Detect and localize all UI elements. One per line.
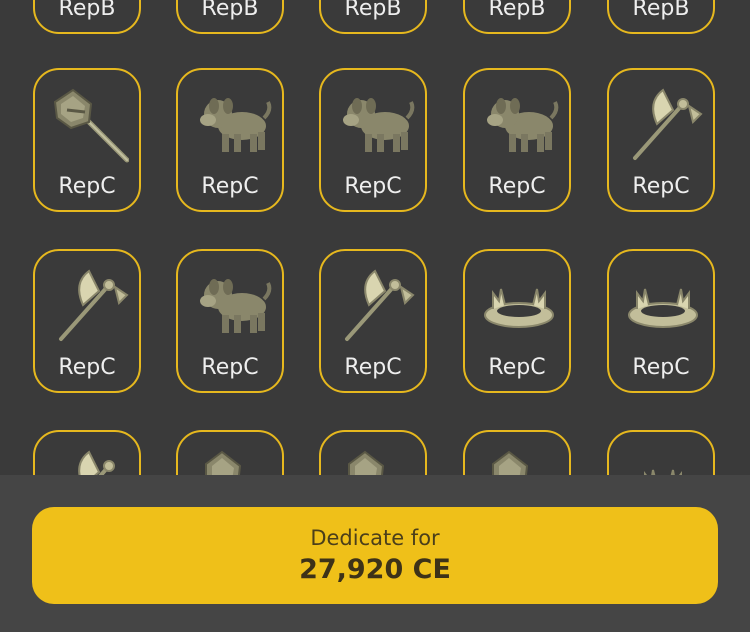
item-card[interactable]: RepC [33, 68, 141, 212]
dedicate-label: Dedicate for [310, 525, 440, 550]
axe-icon [345, 269, 415, 341]
item-card[interactable]: RepB [463, 0, 571, 34]
item-card[interactable]: RepB [319, 0, 427, 34]
dog-icon [343, 98, 415, 152]
crown-icon [628, 288, 698, 328]
item-label: RepB [632, 0, 690, 21]
dog-icon [200, 279, 272, 333]
dog-icon [487, 98, 559, 152]
dedicate-button[interactable]: Dedicate for 27,920 CE [32, 507, 718, 604]
hammer-icon [53, 88, 129, 163]
item-label: RepC [201, 355, 259, 380]
item-card[interactable]: RepB [607, 0, 715, 34]
item-card[interactable]: RepB [176, 0, 284, 34]
item-label: RepC [488, 355, 546, 380]
item-label: RepC [344, 174, 402, 199]
item-label: RepC [58, 355, 116, 380]
item-label: RepC [488, 174, 546, 199]
item-card[interactable]: RepC [176, 68, 284, 212]
item-card[interactable]: RepC [176, 249, 284, 393]
item-card[interactable]: RepB [33, 0, 141, 34]
item-card[interactable]: RepC [463, 68, 571, 212]
dog-icon [200, 98, 272, 152]
axe-icon [59, 269, 129, 341]
item-label: RepC [632, 174, 690, 199]
item-label: RepC [201, 174, 259, 199]
item-card[interactable]: RepC [319, 68, 427, 212]
item-label: RepB [58, 0, 116, 21]
bottom-panel: Dedicate for 27,920 CE [0, 475, 750, 632]
item-card[interactable]: RepC [33, 249, 141, 393]
item-card[interactable]: RepC [463, 249, 571, 393]
item-card[interactable]: RepC [319, 249, 427, 393]
item-label: RepC [58, 174, 116, 199]
crown-icon [484, 288, 554, 328]
item-label: RepC [632, 355, 690, 380]
dedicate-price: 27,920 CE [299, 553, 451, 585]
item-label: RepC [344, 355, 402, 380]
axe-icon [633, 88, 703, 160]
item-label: RepB [488, 0, 546, 21]
item-label: RepB [344, 0, 402, 21]
item-label: RepB [201, 0, 259, 21]
item-card[interactable]: RepC [607, 249, 715, 393]
item-card[interactable]: RepC [607, 68, 715, 212]
